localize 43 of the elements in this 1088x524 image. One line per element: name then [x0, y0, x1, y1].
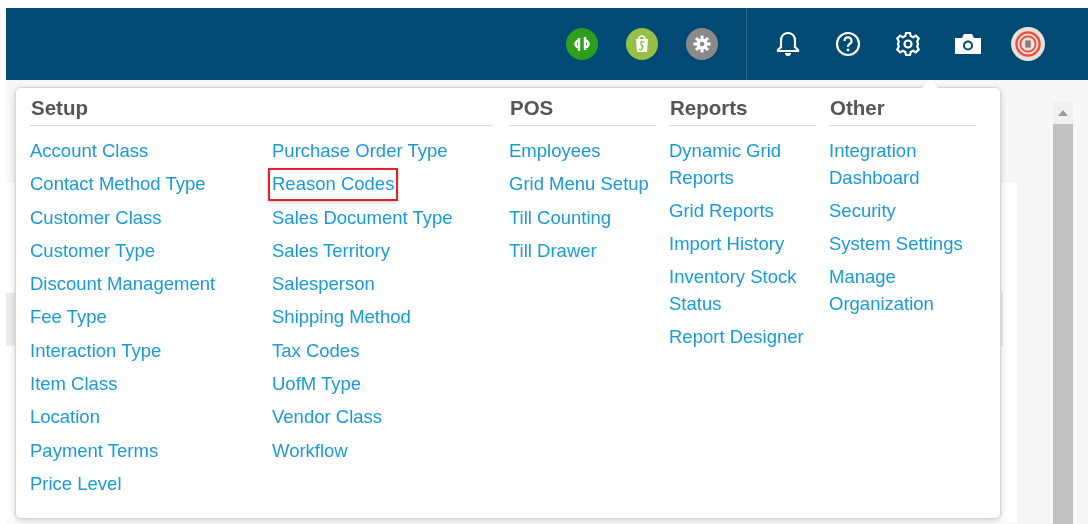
menu-link[interactable]: Purchase Order Type	[268, 135, 452, 168]
menu-link[interactable]: Manage Organization	[825, 261, 975, 321]
section-heading: Other	[829, 95, 975, 126]
menu-link[interactable]: Fee Type	[26, 301, 111, 334]
menu-link[interactable]: Till Drawer	[505, 234, 601, 268]
menu-link[interactable]: Reason Codes	[268, 168, 399, 201]
menu-link[interactable]: Integration Dashboard	[825, 135, 975, 194]
menu-link[interactable]: Sales Document Type	[268, 201, 457, 235]
menu-link[interactable]: Payment Terms	[26, 434, 163, 468]
user-avatar[interactable]	[1011, 27, 1045, 61]
menu-link[interactable]: Shipping Method	[268, 301, 415, 334]
menu-link[interactable]: Contact Method Type	[26, 168, 210, 201]
menu-link[interactable]: System Settings	[825, 228, 967, 261]
menu-link[interactable]: Dynamic Grid Reports	[665, 135, 815, 194]
menu-link[interactable]: Report Designer	[665, 321, 808, 354]
section-heading: Setup	[30, 95, 492, 126]
menu-link[interactable]: Salesperson	[268, 268, 379, 301]
shopping-bag-icon[interactable]	[625, 27, 659, 61]
menu-link[interactable]: Till Counting	[505, 201, 616, 235]
menu-link[interactable]: Employees	[505, 135, 605, 168]
menu-link[interactable]: Location	[26, 401, 104, 434]
menu-link[interactable]: UofM Type	[268, 368, 366, 401]
menu-link[interactable]: Vendor Class	[268, 401, 387, 434]
menu-link[interactable]: Customer Class	[26, 201, 166, 235]
menu-link[interactable]: Interaction Type	[26, 334, 166, 368]
menu-link[interactable]: Price Level	[26, 467, 126, 501]
menu-link[interactable]: Security	[825, 194, 900, 228]
menu-link[interactable]: Inventory Stock Status	[665, 261, 815, 321]
menu-link[interactable]: Discount Management	[26, 268, 220, 301]
menu-link[interactable]: Sales Territory	[268, 234, 394, 268]
menu-link[interactable]: Item Class	[26, 368, 122, 401]
menu-link[interactable]: Account Class	[26, 135, 153, 168]
menu-link[interactable]: Tax Codes	[268, 334, 364, 368]
menu-link[interactable]: Import History	[665, 228, 789, 261]
section-heading: Reports	[669, 95, 815, 126]
gear-icon[interactable]	[685, 27, 719, 61]
menu-link[interactable]: Workflow	[268, 434, 352, 468]
quickbooks-icon[interactable]	[565, 27, 599, 61]
section-heading: POS	[509, 95, 655, 126]
scrollbar[interactable]	[1053, 102, 1073, 524]
menu-link[interactable]: Grid Reports	[665, 194, 778, 228]
menu-link[interactable]: Customer Type	[26, 234, 160, 268]
menu-link[interactable]: Grid Menu Setup	[505, 168, 653, 201]
